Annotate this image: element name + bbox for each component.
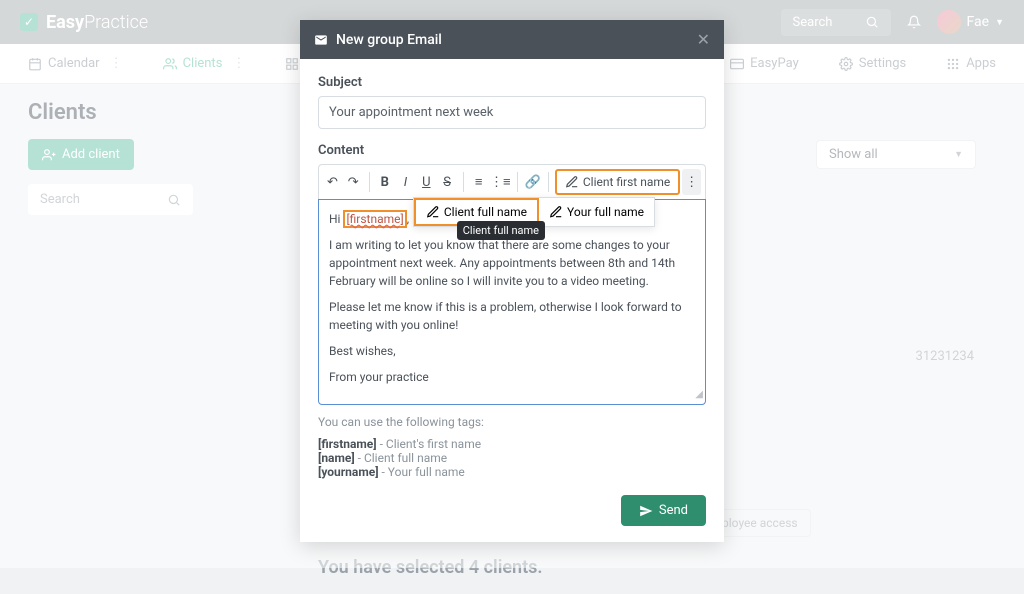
logo: ✓ EasyPractice xyxy=(20,12,148,33)
mail-icon xyxy=(314,33,328,47)
bell-icon[interactable] xyxy=(907,15,921,29)
modal-body: Subject Content ↶ ↷ B I U S ≡ ⋮≡ 🔗 Clien… xyxy=(300,59,724,542)
undo-button[interactable]: ↶ xyxy=(323,169,342,195)
avatar xyxy=(937,10,961,34)
search-icon xyxy=(167,193,181,207)
chevron-down-icon: ▼ xyxy=(954,149,963,160)
user-name: Fae xyxy=(967,14,990,30)
nav-calendar[interactable]: Calendar⋮ xyxy=(28,56,123,71)
top-right: Search Fae ▼ xyxy=(781,9,1004,36)
close-icon[interactable]: ✕ xyxy=(697,30,710,49)
top-search[interactable]: Search xyxy=(781,9,891,36)
italic-button[interactable]: I xyxy=(396,169,415,195)
underline-button[interactable]: U xyxy=(417,169,436,195)
user-menu[interactable]: Fae ▼ xyxy=(937,10,1004,34)
content-label: Content xyxy=(318,143,706,158)
brand-light: Practice xyxy=(84,12,148,33)
bold-button[interactable]: B xyxy=(375,169,394,195)
resize-handle-icon[interactable]: ◢ xyxy=(695,387,703,402)
nav-easypay[interactable]: EasyPay xyxy=(730,56,799,71)
editor-p2: Please let me know if this is a problem,… xyxy=(329,298,695,334)
top-search-placeholder: Search xyxy=(793,15,833,30)
link-button[interactable]: 🔗 xyxy=(523,169,542,195)
search-icon xyxy=(865,15,879,29)
show-all-dropdown[interactable]: Show all ▼ xyxy=(816,140,976,169)
client-column: Clients Add client Search xyxy=(28,100,288,229)
modal-title: New group Email xyxy=(336,32,442,48)
phone-number: 31231234 xyxy=(916,349,974,364)
strikethrough-button[interactable]: S xyxy=(438,169,457,195)
nav-settings[interactable]: Settings xyxy=(839,56,906,71)
client-first-name-button[interactable]: Client first name xyxy=(555,169,680,195)
send-button[interactable]: Send xyxy=(621,495,706,526)
firstname-tag: [firstname] xyxy=(343,210,406,228)
unordered-list-button[interactable]: ⋮≡ xyxy=(490,169,511,195)
more-button[interactable]: ⋮ xyxy=(682,169,701,195)
page-title: Clients xyxy=(28,100,288,125)
sidebar-search[interactable]: Search xyxy=(28,184,193,215)
subject-label: Subject xyxy=(318,75,706,90)
editor-toolbar: ↶ ↷ B I U S ≡ ⋮≡ 🔗 Client first name ⋮ C… xyxy=(318,164,706,199)
add-client-button[interactable]: Add client xyxy=(28,139,134,170)
modal-header: New group Email ✕ xyxy=(300,20,724,59)
redo-button[interactable]: ↷ xyxy=(344,169,363,195)
nav-apps[interactable]: Apps xyxy=(946,56,996,71)
editor-p4: From your practice xyxy=(329,368,695,386)
brand-bold: Easy xyxy=(46,12,84,33)
tooltip: Client full name xyxy=(457,221,545,240)
chevron-down-icon: ▼ xyxy=(995,17,1004,28)
editor-p1: I am writing to let you know that there … xyxy=(329,236,695,290)
editor-p3: Best wishes, xyxy=(329,342,695,360)
ordered-list-button[interactable]: ≡ xyxy=(469,169,488,195)
subject-input[interactable] xyxy=(318,96,706,129)
tags-hint: You can use the following tags: [firstna… xyxy=(318,415,706,479)
dropdown-your-full-name[interactable]: Your full name xyxy=(539,198,654,226)
nav-clients[interactable]: Clients⋮ xyxy=(163,56,246,71)
email-modal: New group Email ✕ Subject Content ↶ ↷ B … xyxy=(300,20,724,542)
logo-check-icon: ✓ xyxy=(20,13,38,31)
sidebar-search-placeholder: Search xyxy=(40,192,80,207)
